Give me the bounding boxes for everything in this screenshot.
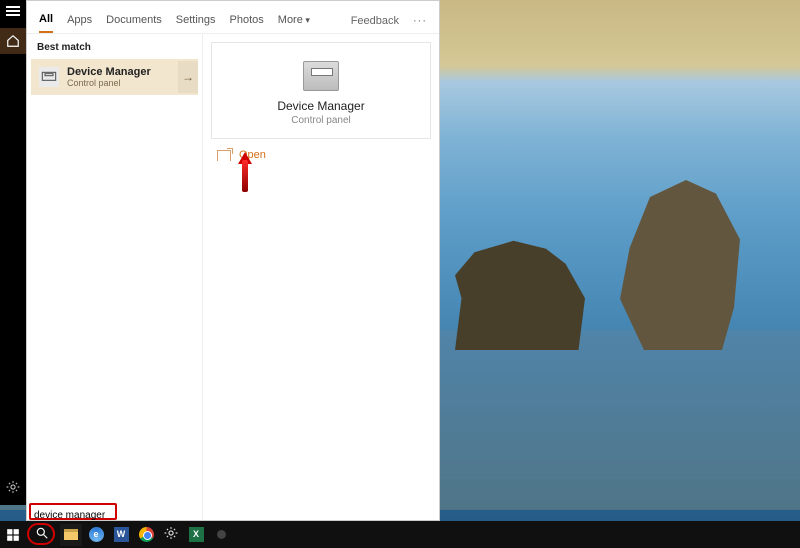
gear-icon[interactable] — [6, 480, 20, 497]
home-icon[interactable] — [0, 28, 26, 54]
device-manager-icon — [39, 67, 59, 87]
start-button[interactable] — [2, 524, 24, 546]
taskbar-settings[interactable] — [160, 524, 182, 546]
preview-subtitle: Control panel — [220, 115, 422, 126]
section-best-match: Best match — [27, 40, 202, 59]
taskbar: e W X — [0, 521, 800, 548]
obs-icon — [214, 527, 229, 542]
tab-all[interactable]: All — [39, 9, 53, 33]
excel-icon: X — [189, 527, 204, 542]
taskbar-search-button[interactable] — [27, 523, 57, 547]
result-expand-arrow-icon[interactable]: → — [178, 61, 198, 93]
start-rail — [0, 0, 26, 505]
result-title: Device Manager — [67, 66, 170, 78]
edge-icon: e — [89, 527, 104, 542]
open-icon — [217, 150, 231, 161]
preview-title: Device Manager — [220, 99, 422, 113]
taskbar-obs[interactable] — [210, 524, 232, 546]
folder-icon — [64, 529, 78, 540]
annotation-arrow-icon — [238, 152, 252, 192]
taskbar-word[interactable]: W — [110, 524, 132, 546]
search-panel: All Apps Documents Settings Photos More … — [26, 0, 440, 521]
taskbar-edge[interactable]: e — [85, 524, 107, 546]
result-device-manager[interactable]: Device Manager Control panel → — [31, 59, 198, 95]
result-subtitle: Control panel — [67, 78, 170, 88]
desktop: All Apps Documents Settings Photos More … — [0, 0, 800, 548]
taskbar-file-explorer[interactable] — [60, 524, 82, 546]
word-icon: W — [114, 527, 129, 542]
results-list: Best match Device Manager Control panel … — [27, 34, 203, 520]
wallpaper-rock-left — [455, 235, 585, 350]
tab-more[interactable]: More — [278, 10, 310, 32]
tab-documents[interactable]: Documents — [106, 10, 162, 32]
search-tabs: All Apps Documents Settings Photos More … — [27, 1, 439, 34]
device-manager-large-icon — [303, 61, 339, 91]
taskbar-excel[interactable]: X — [185, 524, 207, 546]
hamburger-icon[interactable] — [6, 4, 20, 18]
taskbar-chrome[interactable] — [135, 524, 157, 546]
overflow-icon[interactable]: ··· — [413, 15, 427, 27]
chrome-icon — [139, 527, 154, 542]
search-input-highlight — [29, 503, 117, 520]
wallpaper-rock-right — [620, 180, 740, 350]
gear-icon — [164, 526, 178, 543]
preview-pane: Device Manager Control panel Open — [203, 34, 439, 520]
preview-card: Device Manager Control panel — [211, 42, 431, 139]
feedback-link[interactable]: Feedback — [351, 15, 399, 27]
tab-photos[interactable]: Photos — [230, 10, 264, 32]
tab-settings[interactable]: Settings — [176, 10, 216, 32]
tab-apps[interactable]: Apps — [67, 10, 92, 32]
